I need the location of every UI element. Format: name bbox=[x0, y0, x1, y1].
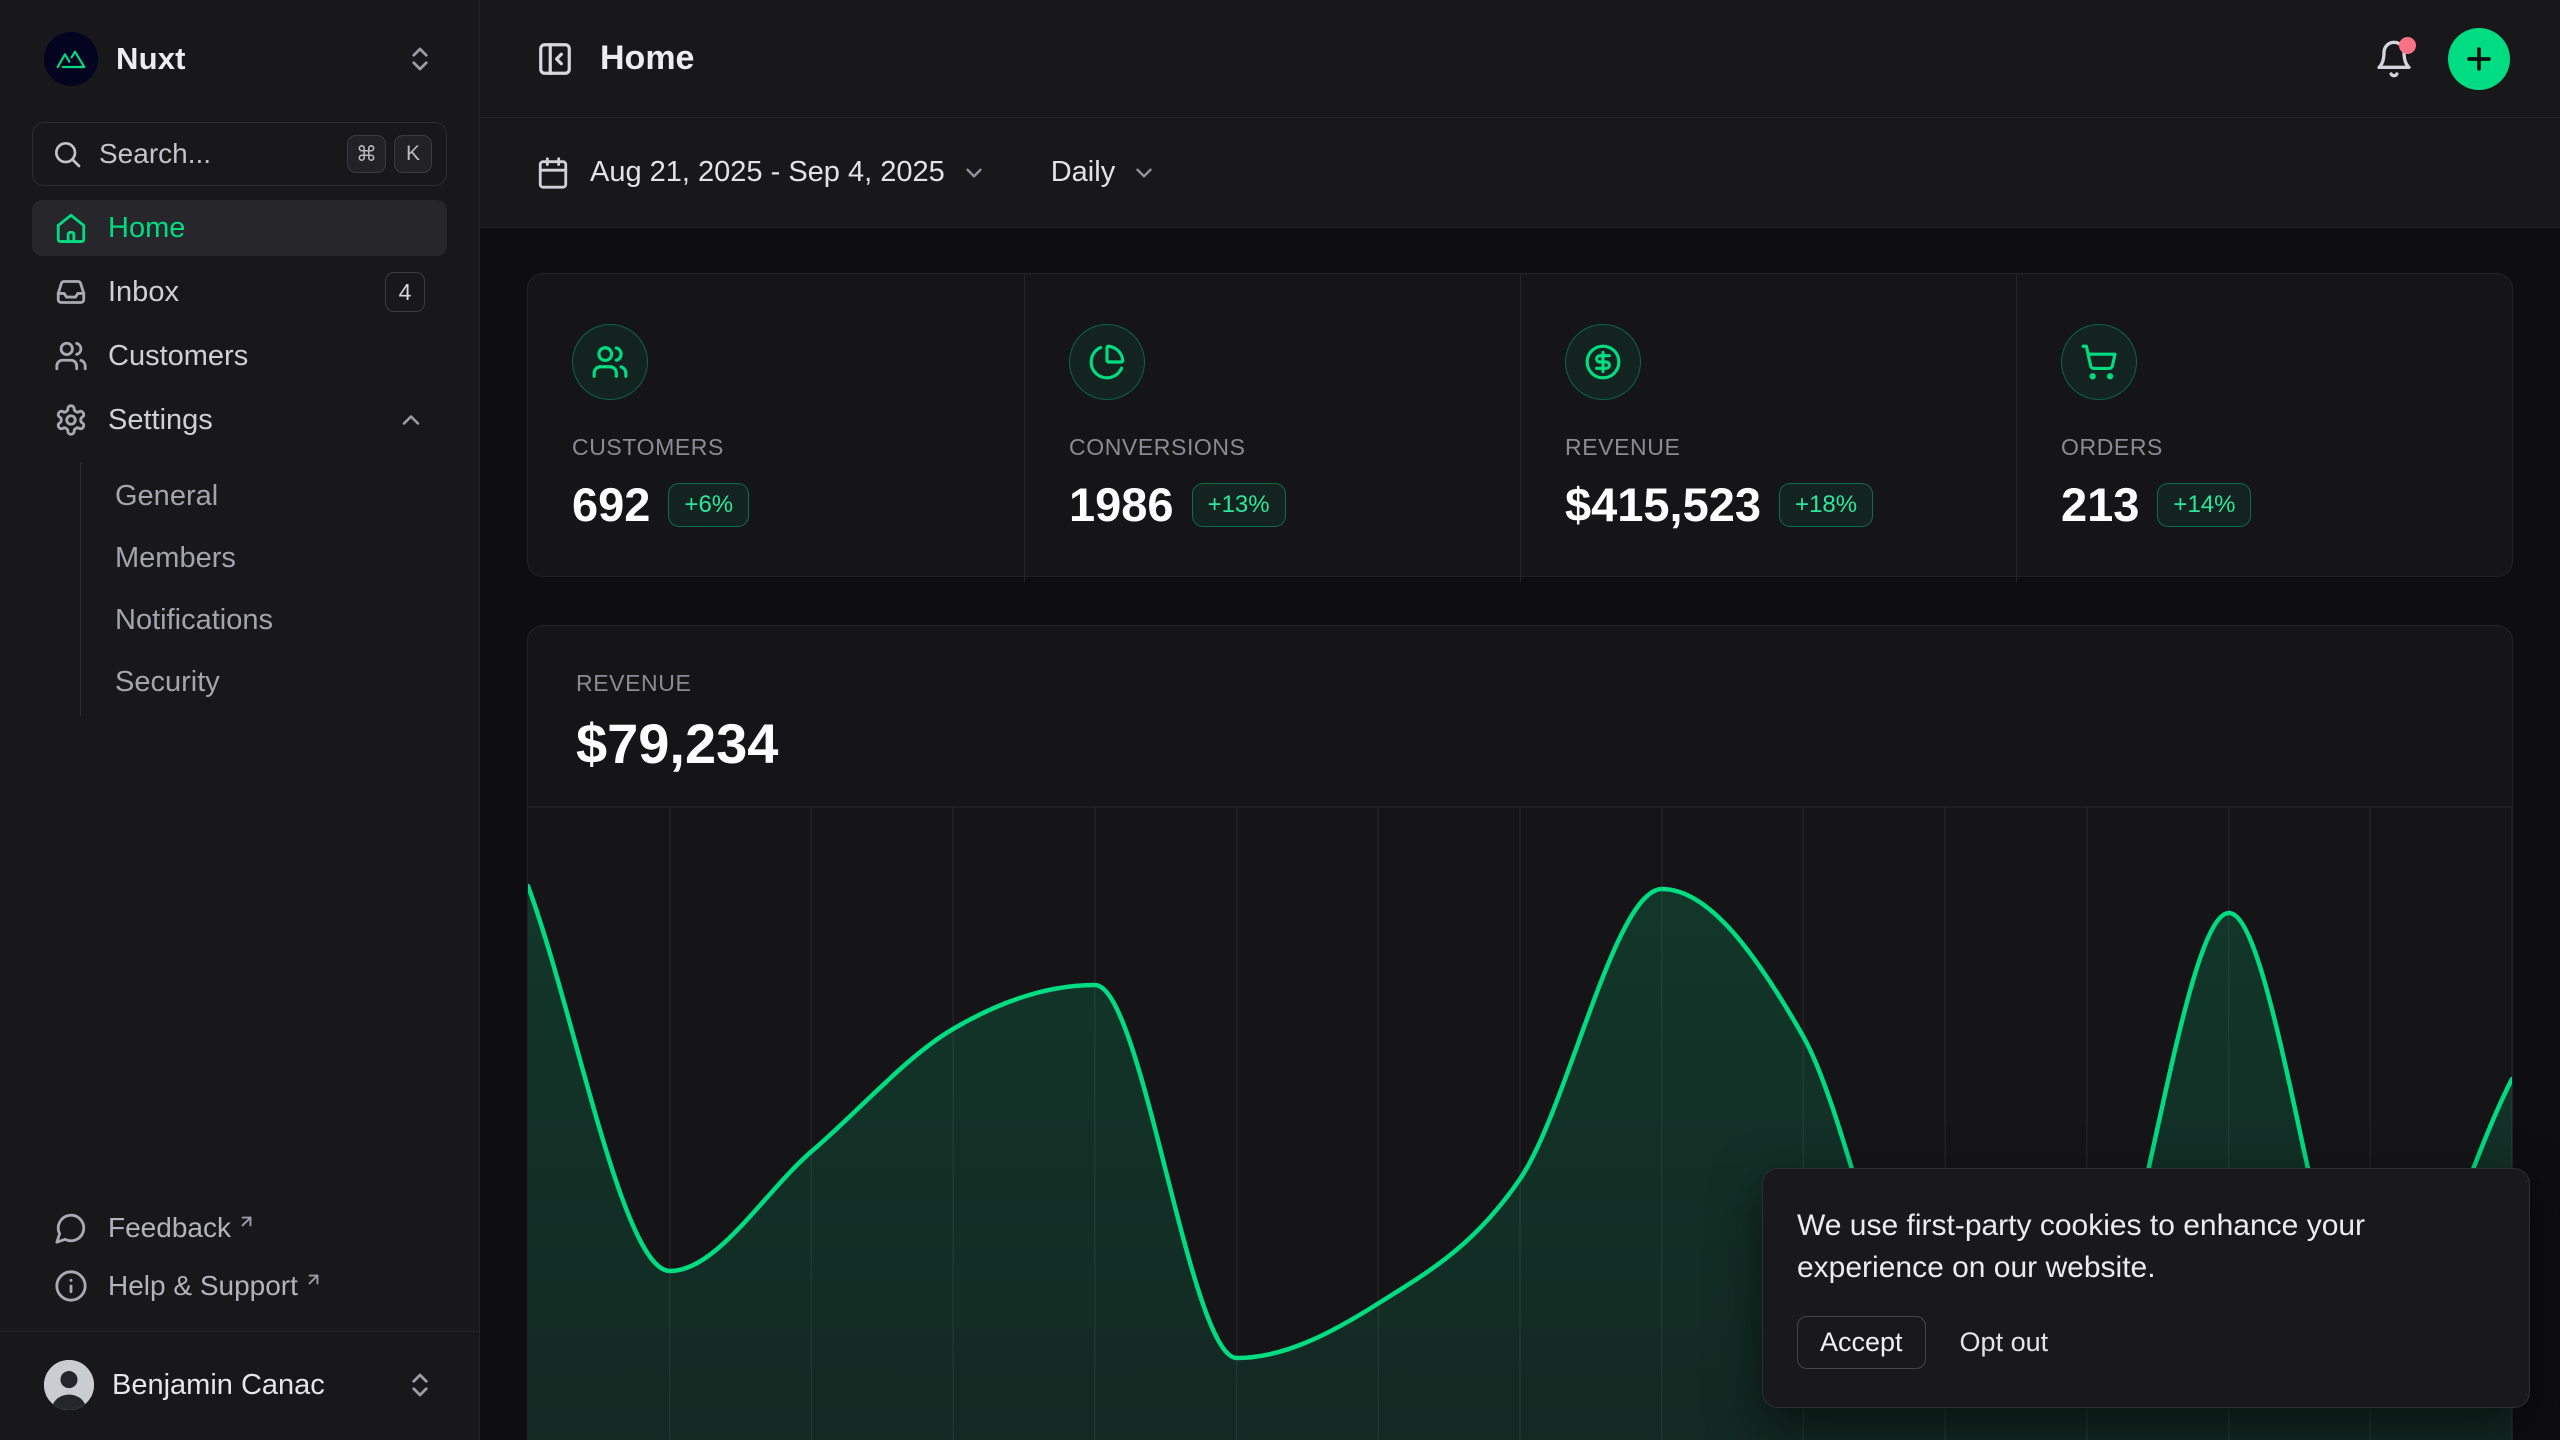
inbox-icon bbox=[54, 275, 88, 309]
feedback-label: Feedback bbox=[108, 1212, 231, 1244]
stat-orders[interactable]: ORDERS 213 +14% bbox=[2016, 274, 2512, 582]
stat-conversions[interactable]: CONVERSIONS 1986 +13% bbox=[1024, 274, 1520, 582]
granularity-select[interactable]: Daily bbox=[1051, 156, 1157, 189]
chat-bubble-icon bbox=[54, 1211, 88, 1245]
sidebar-item-label: Inbox bbox=[108, 276, 179, 309]
sidebar-item-notifications[interactable]: Notifications bbox=[81, 592, 447, 648]
help-support-link[interactable]: Help & Support bbox=[32, 1257, 447, 1315]
chevron-down-icon bbox=[1131, 160, 1157, 186]
settings-subnav: General Members Notifications Security bbox=[80, 462, 447, 716]
granularity-value: Daily bbox=[1051, 156, 1115, 189]
filter-toolbar: Aug 21, 2025 - Sep 4, 2025 Daily bbox=[480, 118, 2560, 228]
revenue-chart-label: REVENUE bbox=[576, 670, 2464, 697]
stats-card: CUSTOMERS 692 +6% CONVERSIONS 1986 +13% bbox=[527, 273, 2513, 577]
cookie-message: We use first-party cookies to enhance yo… bbox=[1797, 1205, 2437, 1288]
pie-chart-icon bbox=[1069, 324, 1145, 400]
nuxt-logo bbox=[44, 32, 98, 86]
stat-label: ORDERS bbox=[2061, 434, 2468, 461]
home-icon bbox=[54, 211, 88, 245]
stat-delta-badge: +18% bbox=[1779, 483, 1873, 527]
info-circle-icon bbox=[54, 1269, 88, 1303]
page-title: Home bbox=[600, 39, 694, 78]
stat-delta-badge: +14% bbox=[2157, 483, 2251, 527]
sidebar-item-settings[interactable]: Settings bbox=[32, 392, 447, 448]
workspace-switcher[interactable]: Nuxt bbox=[32, 26, 447, 92]
stat-value: $415,523 bbox=[1565, 477, 1761, 532]
sidebar-item-security[interactable]: Security bbox=[81, 654, 447, 710]
chevrons-up-down-icon bbox=[405, 1370, 435, 1400]
revenue-chart-header: REVENUE $79,234 bbox=[528, 626, 2512, 806]
sidebar: Nuxt Search... ⌘ K Home bbox=[0, 0, 480, 1440]
collapse-sidebar-icon[interactable] bbox=[536, 40, 574, 78]
stat-value: 692 bbox=[572, 477, 650, 532]
page-header: Home bbox=[480, 0, 2560, 118]
accept-button[interactable]: Accept bbox=[1797, 1316, 1926, 1369]
cart-icon bbox=[2061, 324, 2137, 400]
external-link-icon bbox=[304, 1270, 323, 1289]
sidebar-item-home[interactable]: Home bbox=[32, 200, 447, 256]
calendar-icon bbox=[536, 156, 570, 190]
workspace-name: Nuxt bbox=[116, 41, 186, 77]
chevron-up-icon bbox=[397, 406, 425, 434]
sidebar-item-inbox[interactable]: Inbox 4 bbox=[32, 264, 447, 320]
stat-value: 213 bbox=[2061, 477, 2139, 532]
stat-label: REVENUE bbox=[1565, 434, 1972, 461]
notifications-button[interactable] bbox=[2374, 39, 2414, 79]
users-icon bbox=[54, 339, 88, 373]
date-range-value: Aug 21, 2025 - Sep 4, 2025 bbox=[590, 156, 945, 189]
inbox-count-badge: 4 bbox=[385, 272, 425, 312]
sidebar-item-customers[interactable]: Customers bbox=[32, 328, 447, 384]
stat-delta-badge: +13% bbox=[1192, 483, 1286, 527]
sidebar-item-label: Home bbox=[108, 212, 185, 245]
avatar bbox=[44, 1360, 94, 1410]
dollar-circle-icon bbox=[1565, 324, 1641, 400]
sidebar-nav: Home Inbox 4 Customers Settings bbox=[32, 200, 447, 716]
revenue-chart-value: $79,234 bbox=[576, 711, 2464, 776]
sidebar-item-label: Customers bbox=[108, 340, 248, 373]
header-actions bbox=[2374, 28, 2510, 90]
users-icon bbox=[572, 324, 648, 400]
sidebar-item-members[interactable]: Members bbox=[81, 530, 447, 586]
chevron-down-icon bbox=[961, 160, 987, 186]
notification-dot bbox=[2399, 37, 2416, 54]
user-name: Benjamin Canac bbox=[112, 1369, 325, 1402]
sidebar-item-label: Settings bbox=[108, 404, 213, 437]
kbd-cmd: ⌘ bbox=[347, 135, 386, 173]
stat-value: 1986 bbox=[1069, 477, 1174, 532]
user-menu-button[interactable]: Benjamin Canac bbox=[32, 1352, 447, 1418]
date-range-picker[interactable]: Aug 21, 2025 - Sep 4, 2025 bbox=[536, 156, 987, 190]
search-kbd-shortcut: ⌘ K bbox=[347, 135, 432, 173]
external-link-icon bbox=[237, 1212, 256, 1231]
help-support-label: Help & Support bbox=[108, 1270, 298, 1302]
kbd-k: K bbox=[394, 135, 432, 173]
gear-icon bbox=[54, 403, 88, 437]
cookie-actions: Accept Opt out bbox=[1797, 1316, 2495, 1369]
sidebar-footer: Feedback Help & Support bbox=[32, 1199, 447, 1440]
stat-revenue[interactable]: REVENUE $415,523 +18% bbox=[1520, 274, 2016, 582]
search-placeholder: Search... bbox=[99, 138, 211, 170]
search-icon bbox=[51, 138, 83, 170]
stat-label: CONVERSIONS bbox=[1069, 434, 1476, 461]
cookie-banner: We use first-party cookies to enhance yo… bbox=[1762, 1168, 2530, 1408]
stat-label: CUSTOMERS bbox=[572, 434, 980, 461]
search-input[interactable]: Search... ⌘ K bbox=[32, 122, 447, 186]
feedback-link[interactable]: Feedback bbox=[32, 1199, 447, 1257]
opt-out-button[interactable]: Opt out bbox=[1960, 1327, 2049, 1358]
stat-delta-badge: +6% bbox=[668, 483, 749, 527]
sidebar-item-general[interactable]: General bbox=[81, 468, 447, 524]
add-button[interactable] bbox=[2448, 28, 2510, 90]
chevrons-up-down-icon bbox=[405, 44, 435, 74]
sidebar-user-section: Benjamin Canac bbox=[0, 1331, 479, 1440]
stat-customers[interactable]: CUSTOMERS 692 +6% bbox=[528, 274, 1024, 582]
